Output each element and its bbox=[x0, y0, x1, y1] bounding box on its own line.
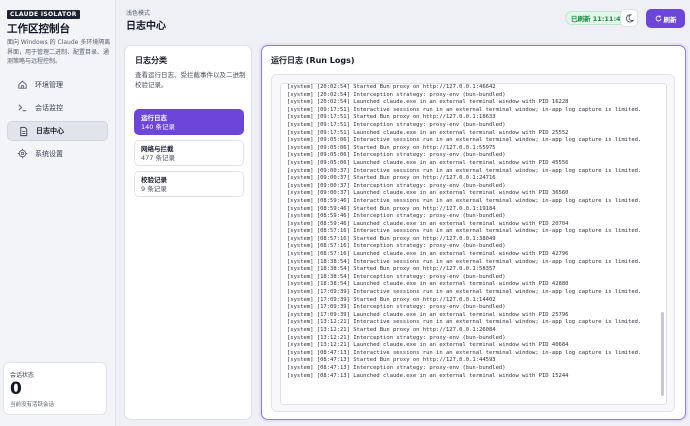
log-line: [system] [13:12:21] Interactive sessions… bbox=[287, 319, 642, 326]
log-line: [system] [09:05:06] Interactive sessions… bbox=[287, 137, 642, 144]
category-name: 校验记录 bbox=[141, 176, 167, 184]
log-line: [system] [08:57:16] Started Bun proxy on… bbox=[287, 235, 496, 242]
log-line: [system] [20:02:54] Started Bun proxy on… bbox=[287, 84, 496, 90]
log-line: [system] [08:57:16] Interception strateg… bbox=[287, 243, 506, 250]
log-line: [system] [08:47:13] Started Bun proxy on… bbox=[287, 357, 496, 364]
log-line: [system] [18:38:54] Interception strateg… bbox=[287, 273, 506, 280]
sidebar-item-settings[interactable]: 系统设置 bbox=[7, 144, 108, 164]
category-list: 运行日志 140 条记录 网络与拦截 477 条记录 校验记录 9 条记录 bbox=[134, 109, 244, 202]
log-line: [system] [08:47:13] Interactive sessions… bbox=[287, 349, 642, 356]
log-container: [system] [20:02:54] Started Bun proxy on… bbox=[271, 74, 675, 412]
category-name: 网络与拦截 bbox=[141, 145, 174, 153]
sidebar-item-label: 日志中心 bbox=[36, 127, 64, 135]
category-name: 运行日志 bbox=[141, 114, 167, 122]
moon-icon bbox=[625, 13, 634, 22]
log-line: [system] [20:02:54] Launched claude.exe … bbox=[287, 99, 569, 106]
log-line: [system] [08:57:16] Interactive sessions… bbox=[287, 228, 642, 235]
sidebar-item-logs[interactable]: 日志中心 bbox=[7, 121, 108, 141]
gear-icon bbox=[17, 148, 28, 159]
log-line: [system] [13:12:21] Launched claude.exe … bbox=[287, 342, 569, 349]
category-count: 140 条记录 bbox=[141, 123, 175, 131]
category-panel-title: 日志分类 bbox=[135, 56, 167, 65]
sidebar-item-label: 会话监控 bbox=[35, 104, 63, 112]
home-icon bbox=[17, 79, 28, 90]
log-line: [system] [08:59:46] Started Bun proxy on… bbox=[287, 205, 496, 212]
log-line: [system] [18:38:54] Launched claude.exe … bbox=[287, 281, 569, 288]
log-line: [system] [09:17:51] Started Bun proxy on… bbox=[287, 114, 496, 121]
log-line: [system] [09:17:51] Launched claude.exe … bbox=[287, 129, 569, 136]
log-line: [system] [09:17:51] Interception strateg… bbox=[287, 121, 506, 128]
log-line: [system] [17:09:39] Interactive sessions… bbox=[287, 289, 642, 296]
category-network[interactable]: 网络与拦截 477 条记录 bbox=[134, 140, 244, 166]
log-line: [system] [08:47:13] Interception strateg… bbox=[287, 364, 506, 371]
sidebar: CLAUDE ISOLATOR 工作区控制台 面向 Windows 的 Clau… bbox=[0, 0, 116, 426]
session-status-label: 会话状态 bbox=[10, 372, 35, 379]
log-line: [system] [18:38:54] Started Bun proxy on… bbox=[287, 266, 496, 273]
log-line: [system] [13:12:21] Started Bun proxy on… bbox=[287, 327, 496, 333]
log-line: [system] [09:17:51] Interactive sessions… bbox=[287, 106, 642, 113]
sidebar-item-sessions[interactable]: 会话监控 bbox=[7, 98, 108, 118]
category-verification[interactable]: 校验记录 9 条记录 bbox=[134, 171, 244, 197]
theme-mode-label: 浅色模式 bbox=[126, 10, 151, 17]
log-line: [system] [13:12:21] Interception strateg… bbox=[287, 334, 506, 341]
log-line: [system] [08:59:46] Interactive sessions… bbox=[287, 197, 642, 204]
session-status-card: 会话状态 0 当前没有活跃会话 bbox=[3, 362, 107, 415]
brand-tag: CLAUDE ISOLATOR bbox=[7, 10, 80, 19]
session-count: 0 bbox=[10, 379, 22, 399]
brand-description: 面向 Windows 的 Claude 多环境隔离界面，用于管理二进制、配置目录… bbox=[7, 39, 111, 65]
run-logs-panel: 运行日志 (Run Logs) [system] [20:02:54] Star… bbox=[261, 45, 686, 420]
log-line: [system] [09:05:06] Interception strateg… bbox=[287, 152, 506, 159]
log-line: [system] [17:09:39] Started Bun proxy on… bbox=[287, 296, 496, 303]
terminal-icon bbox=[17, 102, 28, 113]
sidebar-nav: 环境管理 会话监控 日志中心 系统设置 bbox=[7, 75, 108, 167]
log-line: [system] [20:02:54] Interception strateg… bbox=[287, 91, 506, 98]
log-line: [system] [09:00:37] Launched claude.exe … bbox=[287, 190, 569, 197]
log-line: [system] [09:05:06] Launched claude.exe … bbox=[287, 159, 569, 166]
log-line: [system] [08:57:16] Launched claude.exe … bbox=[287, 251, 569, 258]
refresh-button[interactable]: 刷新 bbox=[646, 9, 685, 28]
log-category-panel: 日志分类 查看运行日志、受拦截事件以及二进制校验记录。 运行日志 140 条记录… bbox=[124, 45, 252, 420]
theme-toggle-button[interactable] bbox=[620, 9, 638, 27]
log-line: [system] [09:00:37] Started Bun proxy on… bbox=[287, 175, 496, 182]
log-line: [system] [18:38:54] Interactive sessions… bbox=[287, 258, 642, 265]
category-count: 477 条记录 bbox=[141, 154, 175, 162]
log-line: [system] [09:00:37] Interactive sessions… bbox=[287, 167, 642, 174]
log-line: [system] [09:00:37] Interception strateg… bbox=[287, 182, 506, 189]
sidebar-item-environments[interactable]: 环境管理 bbox=[7, 75, 108, 95]
category-run-logs[interactable]: 运行日志 140 条记录 bbox=[134, 109, 244, 135]
sidebar-item-label: 环境管理 bbox=[35, 81, 63, 89]
category-panel-desc: 查看运行日志、受拦截事件以及二进制校验记录。 bbox=[135, 71, 246, 89]
page-title: 日志中心 bbox=[126, 21, 166, 32]
sidebar-item-label: 系统设置 bbox=[35, 150, 63, 158]
log-scrollbar[interactable] bbox=[661, 312, 664, 396]
log-line: [system] [17:09:39] Interception strateg… bbox=[287, 304, 506, 311]
log-line: [system] [08:59:46] Launched claude.exe … bbox=[287, 220, 569, 227]
document-icon bbox=[18, 126, 29, 137]
brand-title: 工作区控制台 bbox=[7, 23, 70, 35]
run-logs-title: 运行日志 (Run Logs) bbox=[271, 56, 355, 65]
log-output[interactable]: [system] [20:02:54] Started Bun proxy on… bbox=[280, 83, 667, 405]
log-line: [system] [08:59:46] Interception strateg… bbox=[287, 213, 506, 220]
log-line: [system] [08:47:13] Launched claude.exe … bbox=[287, 372, 569, 379]
refresh-icon bbox=[655, 15, 661, 22]
refresh-button-label: 刷新 bbox=[663, 15, 677, 24]
log-lines: [system] [20:02:54] Started Bun proxy on… bbox=[287, 84, 641, 380]
log-line: [system] [09:05:06] Started Bun proxy on… bbox=[287, 144, 496, 151]
category-count: 9 条记录 bbox=[141, 185, 167, 193]
session-status-sub: 当前没有活跃会话 bbox=[10, 402, 55, 408]
log-line: [system] [17:09:39] Launched claude.exe … bbox=[287, 311, 569, 318]
